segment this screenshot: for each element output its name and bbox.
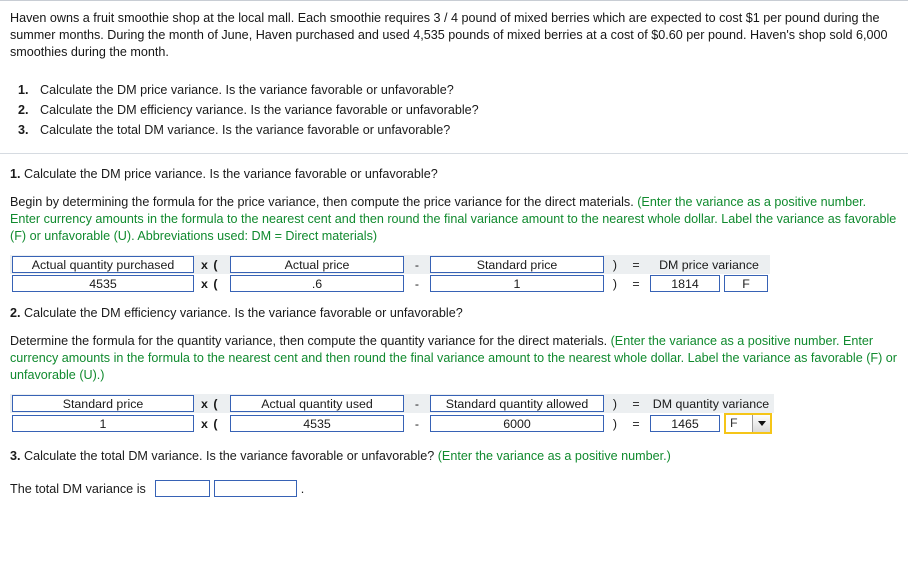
section-2-number: 2. xyxy=(10,306,21,320)
section-3-heading-text: Calculate the total DM variance. Is the … xyxy=(24,449,438,463)
input-standard-price[interactable]: 1 xyxy=(430,275,604,292)
table-row: Standard price x ( Actual quantity used … xyxy=(10,394,774,413)
list-item-label: Calculate the total DM variance. Is the … xyxy=(40,123,451,137)
page-content: Haven owns a fruit smoothie shop at the … xyxy=(0,10,908,497)
section-2-instruction-plain: Determine the formula for the quantity v… xyxy=(10,334,611,348)
dropdown-toggle-button[interactable] xyxy=(752,415,770,432)
section-3-heading-green: (Enter the variance as a positive number… xyxy=(437,449,671,463)
list-item-number: 1. xyxy=(18,83,29,97)
header-dm-quantity-variance: DM quantity variance xyxy=(648,394,774,413)
section-1-number: 1. xyxy=(10,167,21,181)
input-total-dm-variance-amount[interactable] xyxy=(154,480,210,497)
input-actual-quantity-purchased[interactable]: 4535 xyxy=(12,275,194,292)
list-item-label: Calculate the DM efficiency variance. Is… xyxy=(40,103,479,117)
section-3-number: 3. xyxy=(10,449,21,463)
operator-minus: - xyxy=(414,416,420,431)
section-1-instructions: Begin by determining the formula for the… xyxy=(10,194,898,245)
top-divider xyxy=(0,0,908,1)
header-actual-price: Actual price xyxy=(230,256,404,273)
operator-multiply-open-paren: x ( xyxy=(201,416,219,431)
list-item: 3. Calculate the total DM variance. Is t… xyxy=(10,120,898,140)
dropdown-selected-value: F xyxy=(730,416,738,430)
input-actual-quantity-used[interactable]: 4535 xyxy=(230,415,404,432)
table-row: 1 x ( 4535 - 6000 ) = 1465 F xyxy=(10,413,774,434)
section-2-heading-text: Calculate the DM efficiency variance. Is… xyxy=(24,306,463,320)
input-total-dm-variance-flag[interactable] xyxy=(213,480,297,497)
header-dm-price-variance: DM price variance xyxy=(648,255,770,274)
sentence-period: . xyxy=(300,481,305,496)
total-dm-variance-answer-row: The total DM variance is . xyxy=(10,480,898,497)
operator-close-paren: ) xyxy=(612,276,618,291)
total-dm-variance-label: The total DM variance is xyxy=(10,481,146,496)
requirements-list: 1. Calculate the DM price variance. Is t… xyxy=(10,80,898,140)
header-actual-quantity-purchased: Actual quantity purchased xyxy=(12,256,194,273)
operator-equals: = xyxy=(632,276,640,291)
section-1-heading-text: Calculate the DM price variance. Is the … xyxy=(24,167,438,181)
operator-minus: - xyxy=(414,276,420,291)
list-item: 1. Calculate the DM price variance. Is t… xyxy=(10,80,898,100)
operator-close-paren: ) xyxy=(606,255,624,274)
list-item: 2. Calculate the DM efficiency variance.… xyxy=(10,100,898,120)
chevron-down-icon xyxy=(757,421,766,426)
list-item-label: Calculate the DM price variance. Is the … xyxy=(40,83,454,97)
operator-equals: = xyxy=(624,394,648,413)
input-dm-quantity-variance-result[interactable]: 1465 xyxy=(650,415,720,432)
list-item-number: 3. xyxy=(18,123,29,137)
operator-minus: - xyxy=(406,255,428,274)
price-variance-table: Actual quantity purchased x ( Actual pri… xyxy=(10,255,770,293)
quantity-variance-table: Standard price x ( Actual quantity used … xyxy=(10,394,774,434)
operator-multiply-open-paren: x ( xyxy=(196,255,228,274)
section-2-instructions: Determine the formula for the quantity v… xyxy=(10,333,898,384)
operator-minus: - xyxy=(406,394,428,413)
input-dm-price-variance-result[interactable]: 1814 xyxy=(650,275,720,292)
input-standard-price[interactable]: 1 xyxy=(12,415,194,432)
input-actual-price[interactable]: .6 xyxy=(230,275,404,292)
section-1-heading: 1. Calculate the DM price variance. Is t… xyxy=(10,167,898,181)
section-3-heading: 3. Calculate the total DM variance. Is t… xyxy=(10,449,898,463)
dm-quantity-variance-flag-dropdown[interactable]: F xyxy=(724,413,772,434)
section-2-heading: 2. Calculate the DM efficiency variance.… xyxy=(10,306,898,320)
section-divider xyxy=(0,153,908,154)
operator-equals: = xyxy=(632,416,640,431)
input-standard-quantity-allowed[interactable]: 6000 xyxy=(430,415,604,432)
header-standard-price: Standard price xyxy=(12,395,194,412)
input-dm-price-variance-flag[interactable]: F xyxy=(724,275,768,292)
section-1-instruction-plain: Begin by determining the formula for the… xyxy=(10,195,638,209)
header-actual-quantity-used: Actual quantity used xyxy=(230,395,404,412)
header-standard-price: Standard price xyxy=(430,256,604,273)
operator-close-paren: ) xyxy=(612,416,618,431)
operator-equals: = xyxy=(624,255,648,274)
operator-multiply-open-paren: x ( xyxy=(201,276,219,291)
table-row: Actual quantity purchased x ( Actual pri… xyxy=(10,255,770,274)
header-standard-quantity-allowed: Standard quantity allowed xyxy=(430,395,604,412)
table-row: 4535 x ( .6 - 1 ) = 1814 F xyxy=(10,274,770,293)
problem-statement: Haven owns a fruit smoothie shop at the … xyxy=(10,11,888,59)
operator-multiply-open-paren: x ( xyxy=(196,394,228,413)
operator-close-paren: ) xyxy=(606,394,624,413)
list-item-number: 2. xyxy=(18,103,29,117)
